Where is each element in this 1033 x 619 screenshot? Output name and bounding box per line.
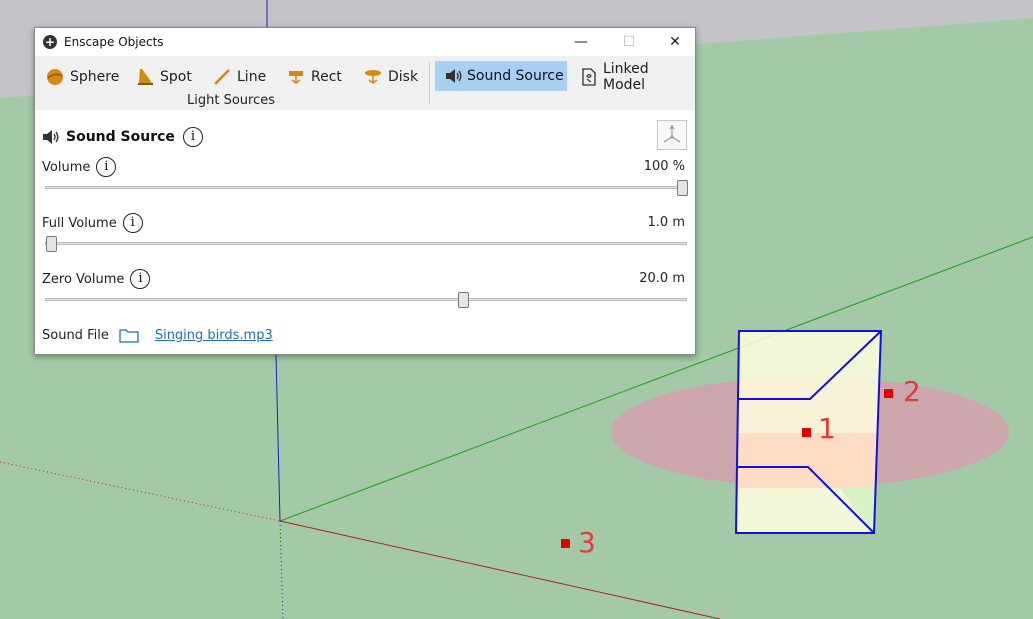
spot-light-icon <box>138 69 153 85</box>
marker-label-3: 3 <box>578 526 596 559</box>
spot-label: Spot <box>160 69 192 85</box>
info-icon[interactable]: i <box>182 127 203 147</box>
window-title: Enscape Objects <box>64 35 164 49</box>
full-volume-value: 1.0 m <box>647 215 685 230</box>
marker-point-1 <box>802 428 811 437</box>
axis-gizmo-icon <box>663 124 681 143</box>
light-sources-group-label: Light Sources <box>187 93 275 108</box>
sound-source-label: Sound Source <box>467 68 564 84</box>
zero-volume-value: 20.0 m <box>639 271 685 286</box>
info-icon[interactable]: i <box>130 269 151 289</box>
marker-label-1: 1 <box>818 412 836 445</box>
sound-source-button[interactable]: Sound Source <box>435 61 567 91</box>
line-light-icon <box>214 69 230 85</box>
disk-button[interactable]: Disk <box>364 66 418 88</box>
rect-label: Rect <box>311 69 342 85</box>
info-icon[interactable]: i <box>122 213 143 233</box>
minimize-button[interactable]: — <box>567 32 595 52</box>
marker-point-2 <box>884 389 893 398</box>
object-toolbar: Sphere Spot Line Rect Disk Light Sources… <box>35 56 695 110</box>
full-volume-slider[interactable] <box>45 236 687 252</box>
disk-label: Disk <box>388 69 419 85</box>
zero-volume-label-group: Zero Volume i <box>42 269 151 289</box>
linked-model-label: Linked Model <box>602 61 649 93</box>
toolbar-separator <box>429 62 430 104</box>
sphere-light-icon <box>47 69 63 85</box>
speaker-icon <box>43 130 59 144</box>
marker-point-3 <box>561 539 570 548</box>
volume-value: 100 % <box>643 159 685 174</box>
volume-label: Volume <box>42 159 91 175</box>
info-icon[interactable]: i <box>96 157 117 177</box>
maximize-button[interactable]: ☐ <box>615 32 643 52</box>
sound-file-row: Sound File Singing birds.mp3 <box>42 327 273 343</box>
full-volume-slider-thumb[interactable] <box>46 236 57 252</box>
zero-volume-slider-thumb[interactable] <box>458 292 469 308</box>
sound-file-link[interactable]: Singing birds.mp3 <box>155 328 273 343</box>
line-label: Line <box>237 69 267 85</box>
rect-light-icon <box>289 71 303 84</box>
linked-model-button[interactable]: Linked Model <box>581 61 695 93</box>
title-bar[interactable]: + Enscape Objects — ☐ ✕ <box>35 28 695 56</box>
enscape-app-icon: + <box>43 35 57 49</box>
volume-slider-thumb[interactable] <box>677 180 688 196</box>
select-in-model-button[interactable] <box>657 120 687 150</box>
full-volume-label-group: Full Volume i <box>42 213 143 233</box>
linked-model-icon <box>582 68 596 86</box>
marker-label-2: 2 <box>903 375 921 408</box>
zero-volume-slider[interactable] <box>45 292 687 308</box>
close-button[interactable]: ✕ <box>661 32 689 52</box>
sound-file-label: Sound File <box>42 327 109 343</box>
spot-button[interactable]: Spot <box>136 66 192 88</box>
sphere-button[interactable]: Sphere <box>46 66 119 88</box>
panel-title: Sound Source i <box>42 127 203 147</box>
speaker-icon <box>446 69 462 83</box>
rect-button[interactable]: Rect <box>287 66 342 88</box>
volume-label-group: Volume i <box>42 157 117 177</box>
disk-light-icon <box>365 70 381 84</box>
enscape-objects-window: + Enscape Objects — ☐ ✕ Sphere Spot Line <box>34 27 696 355</box>
sphere-label: Sphere <box>70 69 120 85</box>
panel-title-text: Sound Source <box>66 129 175 145</box>
full-volume-label: Full Volume <box>42 215 117 231</box>
folder-icon[interactable] <box>119 327 139 343</box>
zero-volume-label: Zero Volume <box>42 271 125 287</box>
volume-slider[interactable] <box>45 180 688 196</box>
line-button[interactable]: Line <box>213 66 266 88</box>
